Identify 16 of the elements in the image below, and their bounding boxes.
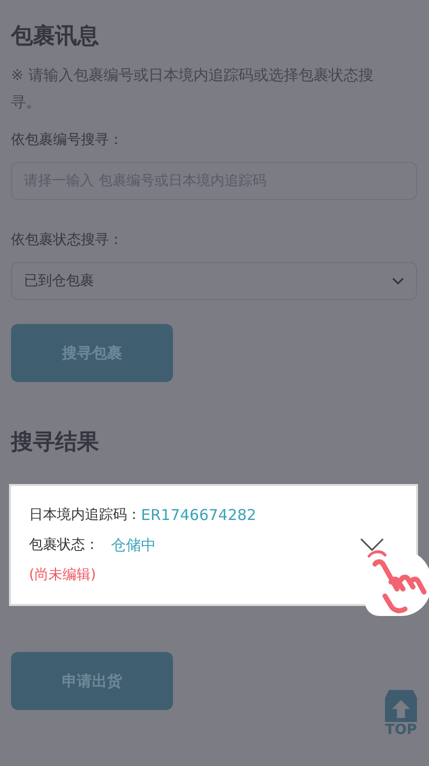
status-label: 包裹状态：: [29, 536, 99, 554]
back-to-top-button[interactable]: TOP: [383, 690, 419, 738]
tracking-number: ER1746674282: [141, 506, 256, 524]
hint-text: ※ 请输入包裹编号或日本境内追踪码或选择包裹状态搜寻。: [11, 65, 374, 113]
field-label: 依包裹编号搜寻：: [11, 131, 124, 150]
results-title: 搜寻结果: [11, 429, 100, 457]
chevron-down-icon: [392, 277, 404, 285]
chevron-down-icon[interactable]: [360, 538, 384, 552]
tracking-label: 日本境内追踪码：: [29, 506, 141, 524]
box-up-arrow-icon: [383, 690, 419, 722]
status-value: 仓储中: [111, 536, 156, 554]
edit-note: (尚未编辑): [29, 566, 97, 585]
status-select[interactable]: 已到仓包裹: [11, 262, 417, 300]
field-label: 依包裹状态搜寻：: [11, 231, 124, 250]
section-title: 包裹讯息: [11, 22, 100, 51]
result-card[interactable]: 日本境内追踪码：ER1746674282 包裹状态： 仓储中 (尚未编辑): [9, 484, 418, 606]
